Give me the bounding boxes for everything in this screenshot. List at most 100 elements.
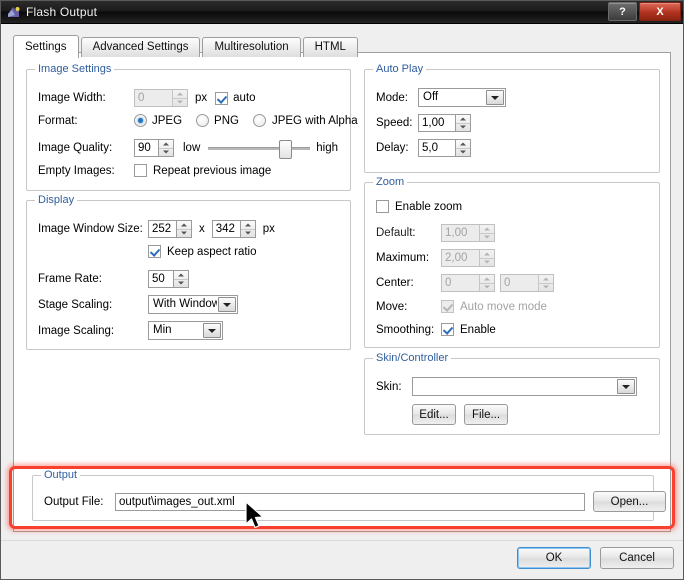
ok-button[interactable]: OK — [517, 547, 591, 569]
spin-up-icon[interactable] — [159, 140, 173, 149]
chevron-down-icon[interactable] — [203, 323, 221, 338]
image-quality-stepper[interactable]: 90 — [134, 139, 174, 157]
skin-edit-button[interactable]: Edit... — [412, 404, 456, 425]
speed-spin-buttons[interactable] — [455, 115, 470, 131]
spin-down-icon[interactable] — [480, 284, 494, 292]
zoom-default-stepper[interactable]: 1,00 — [441, 224, 495, 242]
spin-down-icon[interactable] — [456, 124, 470, 132]
quality-low-label: low — [183, 142, 201, 154]
spin-down-icon[interactable] — [480, 259, 494, 267]
display-group: Display Image Window Size: 252 x 342 px … — [26, 194, 351, 350]
slider-thumb[interactable] — [279, 140, 293, 159]
quality-spin-buttons[interactable] — [158, 140, 173, 156]
auto-move-mode-checkbox[interactable] — [441, 300, 454, 313]
image-width-value: 0 — [138, 92, 145, 104]
skin-label: Skin: — [376, 380, 402, 393]
format-radio-jpeg-alpha[interactable] — [252, 114, 266, 127]
speed-value: 1,00 — [422, 117, 445, 129]
tab-strip: Settings Advanced Settings Multiresoluti… — [13, 34, 360, 58]
spin-up-icon[interactable] — [480, 250, 494, 259]
close-button[interactable]: X — [639, 2, 681, 21]
center-y-spin-buttons[interactable] — [538, 275, 553, 291]
spin-up-icon[interactable] — [480, 275, 494, 284]
auto-play-mode-select[interactable]: Off — [418, 88, 506, 107]
spin-up-icon[interactable] — [480, 225, 494, 234]
zoom-default-spin-buttons[interactable] — [479, 225, 494, 241]
output-file-input[interactable]: output\images_out.xml — [115, 492, 585, 511]
zoom-move-label: Move: — [376, 300, 408, 313]
zoom-maximum-label: Maximum: — [376, 252, 430, 264]
zoom-maximum-stepper[interactable]: 2,00 — [441, 249, 495, 267]
width-spin-buttons[interactable] — [176, 221, 191, 237]
image-width-stepper[interactable]: 0 — [134, 89, 188, 107]
auto-play-mode-value: Off — [423, 91, 439, 103]
settings-tab-panel: Image Settings Image Width: 0 px auto Fo… — [13, 52, 671, 532]
enable-zoom-checkbox[interactable] — [376, 200, 389, 213]
image-width-spin-buttons[interactable] — [172, 90, 187, 106]
format-radio-jpeg[interactable] — [134, 114, 147, 127]
chevron-down-icon[interactable] — [617, 379, 635, 394]
format-radio-png[interactable] — [196, 114, 210, 127]
zoom-maximum-spin-buttons[interactable] — [479, 250, 494, 266]
tab-multiresolution[interactable]: Multiresolution — [202, 37, 301, 57]
help-button[interactable]: ? — [608, 2, 637, 21]
zoom-center-label: Center: — [376, 277, 414, 289]
spin-down-icon[interactable] — [241, 230, 255, 238]
chevron-down-icon[interactable] — [218, 297, 236, 312]
spin-up-icon[interactable] — [174, 271, 188, 280]
spin-up-icon[interactable] — [539, 275, 553, 284]
spin-up-icon[interactable] — [177, 221, 191, 230]
tab-settings[interactable]: Settings — [13, 35, 79, 58]
spin-up-icon[interactable] — [456, 140, 470, 149]
empty-images-label: Empty Images: — [38, 164, 115, 177]
spin-down-icon[interactable] — [159, 149, 173, 157]
chevron-down-icon[interactable] — [486, 90, 504, 105]
spin-up-icon[interactable] — [240, 221, 255, 230]
height-spin-buttons[interactable] — [239, 221, 255, 238]
output-open-button[interactable]: Open... — [593, 491, 666, 512]
delay-spin-buttons[interactable] — [455, 140, 470, 156]
speed-stepper[interactable]: 1,00 — [418, 114, 471, 132]
image-quality-value: 90 — [138, 142, 151, 154]
frame-rate-stepper[interactable]: 50 — [148, 270, 189, 288]
smoothing-enable-checkbox[interactable] — [441, 323, 454, 336]
enable-zoom-label: Enable zoom — [395, 200, 463, 213]
window-height-stepper[interactable]: 342 — [211, 220, 256, 238]
spin-up-icon[interactable] — [173, 90, 187, 99]
image-scaling-select[interactable]: Min — [148, 321, 223, 340]
delay-stepper[interactable]: 5,0 — [418, 139, 471, 157]
window-controls: ? X — [606, 2, 681, 21]
tab-advanced-settings[interactable]: Advanced Settings — [80, 37, 201, 57]
zoom-default-label: Default: — [376, 227, 416, 239]
skin-file-button[interactable]: File... — [464, 404, 508, 425]
size-separator-label: x — [199, 223, 205, 235]
output-file-label: Output File: — [44, 495, 104, 508]
image-quality-slider[interactable] — [208, 139, 311, 159]
spin-down-icon[interactable] — [539, 284, 553, 292]
window-width-stepper[interactable]: 252 — [148, 220, 192, 238]
skin-controller-legend: Skin/Controller — [373, 352, 452, 364]
skin-select[interactable] — [412, 377, 637, 396]
format-label-jpeg: JPEG — [152, 114, 183, 127]
tab-html[interactable]: HTML — [302, 37, 358, 57]
display-legend: Display — [35, 194, 78, 206]
repeat-previous-checkbox[interactable] — [134, 164, 147, 177]
frame-rate-spin-buttons[interactable] — [173, 271, 188, 287]
speed-label: Speed: — [376, 117, 413, 129]
zoom-center-y-stepper[interactable]: 0 — [500, 274, 554, 292]
image-scaling-label: Image Scaling: — [38, 324, 115, 337]
spin-down-icon[interactable] — [456, 149, 470, 157]
spin-down-icon[interactable] — [480, 234, 494, 242]
spin-down-icon[interactable] — [174, 280, 188, 288]
spin-down-icon[interactable] — [177, 230, 191, 238]
center-x-spin-buttons[interactable] — [479, 275, 494, 291]
keep-aspect-ratio-checkbox[interactable] — [148, 245, 161, 258]
stage-scaling-select[interactable]: With Window — [148, 295, 238, 314]
zoom-center-x-stepper[interactable]: 0 — [441, 274, 495, 292]
auto-width-checkbox[interactable] — [215, 91, 229, 105]
auto-play-group: Auto Play Mode: Off Speed: 1,00 Delay: 5… — [364, 63, 660, 173]
cancel-button[interactable]: Cancel — [600, 547, 674, 569]
spin-down-icon[interactable] — [173, 99, 187, 107]
spin-up-icon[interactable] — [456, 115, 470, 124]
delay-value: 5,0 — [422, 142, 438, 154]
